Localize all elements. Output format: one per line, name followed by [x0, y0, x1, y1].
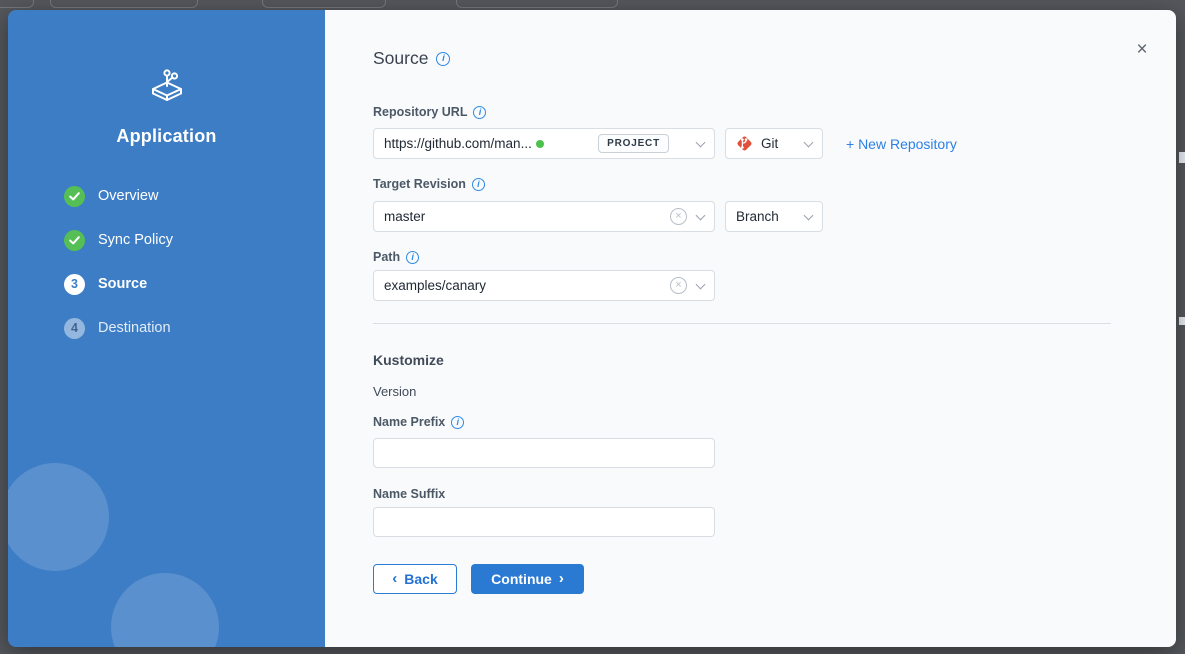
- name-suffix-label: Name Suffix: [373, 487, 445, 501]
- step-label: Sync Policy: [98, 232, 173, 248]
- info-icon[interactable]: i: [472, 178, 485, 191]
- path-label: Path i: [373, 250, 419, 264]
- clear-icon[interactable]: ×: [670, 208, 687, 225]
- step-overview[interactable]: Overview: [64, 185, 173, 207]
- panel-heading-text: Source: [373, 48, 428, 69]
- background-fragment: [1179, 317, 1185, 325]
- name-prefix-input[interactable]: [373, 438, 715, 468]
- chevron-right-icon: ›: [559, 571, 564, 586]
- section-divider: [373, 323, 1111, 324]
- project-badge: PROJECT: [598, 134, 669, 153]
- target-revision-value: master: [384, 209, 425, 224]
- step-label: Destination: [98, 320, 171, 336]
- chevron-down-icon: [696, 210, 706, 220]
- kustomize-heading: Kustomize: [373, 352, 444, 368]
- path-input[interactable]: examples/canary ×: [373, 270, 715, 301]
- panel-heading: Source i: [373, 48, 450, 69]
- background-tab: [262, 0, 386, 8]
- application-box-branch-icon: [147, 66, 187, 104]
- step-label: Source: [98, 276, 147, 292]
- chevron-down-icon: [804, 137, 814, 147]
- step-destination[interactable]: 4 Destination: [64, 317, 173, 339]
- git-icon: [736, 135, 753, 152]
- back-button[interactable]: ‹ Back: [373, 564, 457, 594]
- version-label: Version: [373, 384, 416, 399]
- connection-status-dot: [536, 140, 544, 148]
- chevron-down-icon: [696, 279, 706, 289]
- target-revision-label: Target Revision i: [373, 177, 485, 191]
- step-source[interactable]: 3 Source: [64, 273, 173, 295]
- info-icon[interactable]: i: [473, 106, 486, 119]
- chevron-left-icon: ‹: [392, 571, 397, 586]
- argo-watermark: [8, 441, 131, 594]
- info-icon[interactable]: i: [406, 251, 419, 264]
- clear-icon[interactable]: ×: [670, 277, 687, 294]
- new-application-modal: Application Overview Sync Policy 3 So: [8, 10, 1176, 647]
- info-icon[interactable]: i: [451, 416, 464, 429]
- background-tab: [0, 0, 34, 8]
- repository-url-label: Repository URL i: [373, 105, 486, 119]
- step-number-badge: 4: [64, 318, 85, 339]
- check-icon: [64, 230, 85, 251]
- source-panel: × Source i Repository URL i https://gith…: [325, 10, 1176, 647]
- chevron-down-icon: [696, 137, 706, 147]
- step-label: Overview: [98, 188, 158, 204]
- name-suffix-input[interactable]: [373, 507, 715, 537]
- argo-watermark: [89, 551, 242, 647]
- wizard-sidebar: Application Overview Sync Policy 3 So: [8, 10, 325, 647]
- info-icon[interactable]: i: [436, 52, 450, 66]
- screen-backdrop: Application Overview Sync Policy 3 So: [0, 0, 1185, 654]
- background-tab: [456, 0, 618, 8]
- repository-type-value: Git: [761, 136, 778, 151]
- revision-type-select[interactable]: Branch: [725, 201, 823, 232]
- chevron-down-icon: [804, 210, 814, 220]
- target-revision-input[interactable]: master ×: [373, 201, 715, 232]
- new-repository-link[interactable]: + New Repository: [846, 136, 957, 152]
- path-value: examples/canary: [384, 278, 486, 293]
- continue-button[interactable]: Continue ›: [471, 564, 584, 594]
- repository-type-select[interactable]: Git: [725, 128, 823, 159]
- check-icon: [64, 186, 85, 207]
- background-tab: [50, 0, 198, 8]
- close-icon[interactable]: ×: [1131, 38, 1153, 60]
- name-prefix-label: Name Prefix i: [373, 415, 464, 429]
- wizard-title: Application: [8, 126, 325, 147]
- step-number-badge: 3: [64, 274, 85, 295]
- repository-url-select[interactable]: https://github.com/man... PROJECT: [373, 128, 715, 159]
- background-fragment: [1179, 152, 1185, 163]
- wizard-steps: Overview Sync Policy 3 Source 4 Destinat…: [64, 185, 173, 361]
- step-sync-policy[interactable]: Sync Policy: [64, 229, 173, 251]
- repository-url-value: https://github.com/man...: [384, 136, 532, 151]
- revision-type-value: Branch: [736, 209, 779, 224]
